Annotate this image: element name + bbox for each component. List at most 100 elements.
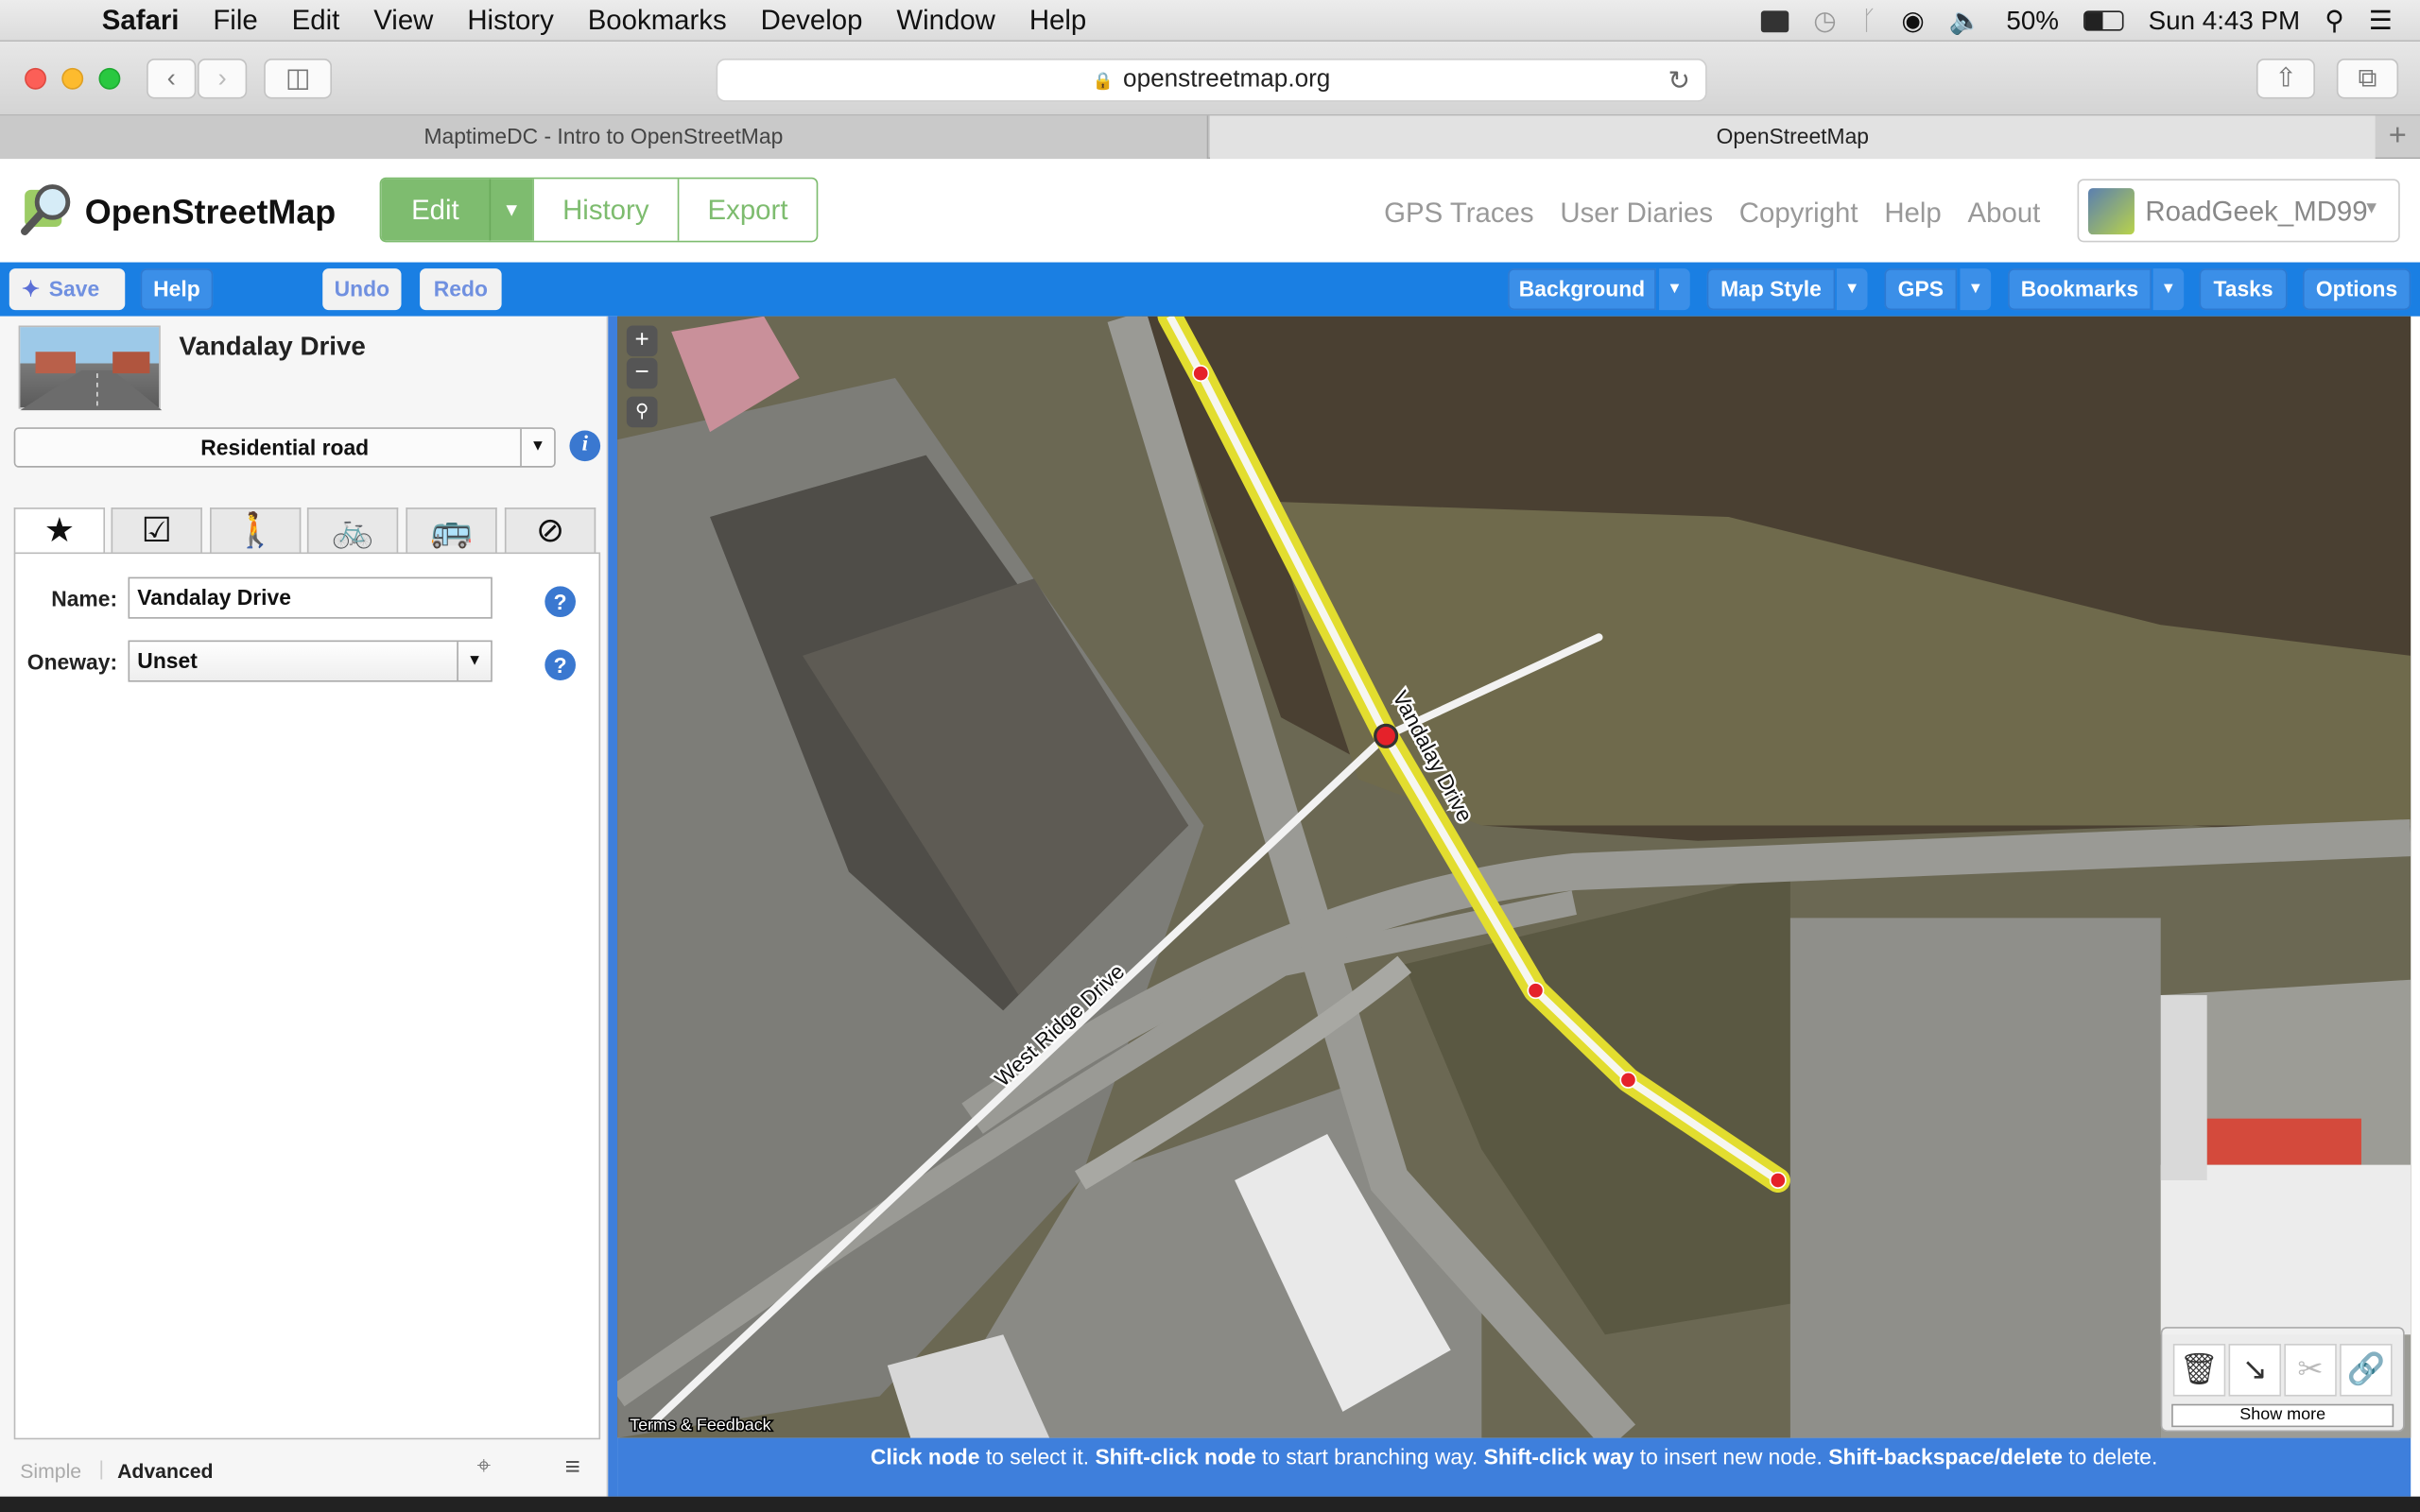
volume-icon[interactable]: 🔈	[1949, 6, 1982, 37]
nav-about[interactable]: About	[1968, 198, 2041, 230]
map-style-button[interactable]: Map Style	[1706, 268, 1836, 311]
tab-overview-icon[interactable]: ⧉	[2336, 59, 2399, 99]
osm-logo-icon[interactable]	[19, 180, 75, 236]
tab-openstreetmap[interactable]: OpenStreetMap	[1209, 115, 2376, 160]
user-menu-button[interactable]: RoadGeek_MD99 ▼	[2077, 179, 2400, 243]
help-button[interactable]: Help	[140, 268, 214, 311]
show-more-button[interactable]: Show more	[2171, 1403, 2394, 1428]
preset-selector[interactable]: Residential road ▼	[13, 427, 556, 468]
map-canvas[interactable]: Vandalay Drive West Ridge Drive Terms & …	[617, 316, 2411, 1438]
map-style-dropdown-icon[interactable]: ▼	[1836, 268, 1868, 311]
measurement-icon[interactable]: ⌖	[476, 1453, 491, 1481]
lock-icon: 🔒	[1092, 72, 1115, 92]
nav-gps-traces[interactable]: GPS Traces	[1384, 198, 1533, 230]
list-icon[interactable]: ≡	[565, 1452, 580, 1483]
save-button[interactable]: ✦ Save	[9, 268, 126, 311]
help-question-icon[interactable]: ?	[544, 586, 576, 618]
gps-button[interactable]: GPS	[1884, 268, 1958, 311]
notification-center-icon[interactable]: ☰	[2369, 6, 2393, 37]
zoom-in-icon[interactable]: +	[626, 325, 658, 357]
split-icon[interactable]: ✂	[2284, 1344, 2337, 1397]
move-icon[interactable]: ↘	[2228, 1344, 2282, 1397]
oneway-label: Oneway:	[26, 649, 118, 675]
menu-develop[interactable]: Develop	[761, 4, 863, 36]
bookmarks-dropdown-icon[interactable]: ▼	[2152, 268, 2185, 311]
menu-window[interactable]: Window	[896, 4, 995, 36]
restriction-icon[interactable]: ⊘	[504, 507, 596, 555]
new-tab-icon[interactable]: +	[2376, 115, 2420, 155]
export-button[interactable]: Export	[677, 179, 817, 241]
history-button[interactable]: History	[532, 179, 677, 241]
background-button[interactable]: Background	[1508, 268, 1656, 311]
osm-nav: GPS Traces User Diaries Copyright Help A…	[1384, 198, 2040, 230]
forward-button[interactable]: ›	[197, 59, 248, 99]
way-vertex[interactable]	[1769, 1171, 1787, 1189]
battery-percent[interactable]: 50%	[2006, 6, 2059, 37]
tab-maptimedc[interactable]: MaptimeDC - Intro to OpenStreetMap	[0, 115, 1209, 160]
edit-dropdown-icon[interactable]: ▼	[489, 179, 533, 241]
address-bar[interactable]: 🔒 openstreetmap.org ↻	[716, 59, 1707, 102]
menu-app[interactable]: Safari	[102, 4, 180, 36]
menu-history[interactable]: History	[467, 4, 553, 36]
tab-bar: MaptimeDC - Intro to OpenStreetMap OpenS…	[0, 115, 2420, 160]
reload-icon[interactable]: ↻	[1668, 61, 1689, 101]
menu-edit[interactable]: Edit	[292, 4, 340, 36]
background-dropdown-icon[interactable]: ▼	[1659, 268, 1690, 311]
bluetooth-icon[interactable]: ᚴ	[1861, 6, 1877, 37]
intersection-vertex[interactable]	[1374, 723, 1399, 748]
spotlight-icon[interactable]: ⚲	[2325, 6, 2343, 37]
sidebar-toggle-icon[interactable]: ◫	[264, 59, 333, 99]
back-button[interactable]: ‹	[147, 59, 197, 99]
nav-user-diaries[interactable]: User Diaries	[1560, 198, 1713, 230]
star-icon[interactable]: ★	[13, 507, 106, 556]
disconnect-icon[interactable]: 🔗	[2340, 1344, 2393, 1397]
way-vertex[interactable]	[1527, 982, 1545, 1000]
sidebar-resizer[interactable]	[608, 316, 618, 1497]
zoom-window-button[interactable]	[98, 67, 121, 90]
terms-feedback-link[interactable]: Terms & Feedback	[628, 1414, 772, 1435]
close-window-button[interactable]	[25, 67, 46, 90]
bus-icon[interactable]: 🚌	[406, 507, 497, 555]
tasks-button[interactable]: Tasks	[2199, 268, 2288, 311]
minimize-window-button[interactable]	[61, 67, 84, 90]
url-text: openstreetmap.org	[1123, 66, 1331, 93]
info-icon[interactable]: i	[569, 430, 601, 462]
menu-bookmarks[interactable]: Bookmarks	[588, 4, 727, 36]
nav-help[interactable]: Help	[1884, 198, 1941, 230]
options-button[interactable]: Options	[2302, 268, 2411, 311]
share-icon[interactable]: ⇧	[2256, 59, 2315, 99]
delete-icon[interactable]: 🗑	[2172, 1344, 2226, 1397]
undo-button[interactable]: Undo	[322, 268, 402, 311]
battery-icon[interactable]	[2083, 10, 2124, 31]
redo-button[interactable]: Redo	[420, 268, 502, 311]
chevron-down-icon: ▼	[520, 428, 554, 467]
menu-view[interactable]: View	[373, 4, 433, 36]
checkbox-icon[interactable]: ☑	[111, 507, 202, 555]
menu-help[interactable]: Help	[1029, 4, 1086, 36]
zoom-out-icon[interactable]: −	[626, 357, 658, 389]
osm-brand[interactable]: OpenStreetMap	[85, 193, 336, 232]
bicycle-icon[interactable]: 🚲	[306, 507, 399, 555]
browser-toolbar: ‹ › ◫ 🔒 openstreetmap.org ↻ ⇧ ⧉	[0, 42, 2420, 116]
zoom-to-selection-icon[interactable]: ⚲	[626, 396, 658, 428]
gps-dropdown-icon[interactable]: ▼	[1960, 268, 1992, 311]
time-machine-icon[interactable]: ◷	[1813, 6, 1836, 37]
name-field[interactable]: Vandalay Drive	[128, 576, 493, 619]
username: RoadGeek_MD99	[2145, 196, 2368, 227]
advanced-mode-link[interactable]: Advanced	[117, 1459, 213, 1482]
bookmarks-button[interactable]: Bookmarks	[2008, 268, 2152, 311]
desktop-strip	[0, 1496, 2420, 1512]
clock[interactable]: Sun 4:43 PM	[2149, 6, 2300, 37]
menu-file[interactable]: File	[213, 4, 257, 36]
simple-mode-link[interactable]: Simple	[20, 1459, 81, 1482]
pedestrian-icon[interactable]: 🚶	[210, 507, 302, 555]
edit-button[interactable]: Edit	[381, 179, 490, 241]
oneway-select[interactable]: Unset ▼	[128, 640, 493, 682]
nav-copyright[interactable]: Copyright	[1739, 198, 1858, 230]
wifi-icon[interactable]: ◉	[1901, 6, 1924, 37]
way-vertex[interactable]	[1192, 365, 1210, 383]
edit-menu: 🗑 ↘ ✂ 🔗 Show more	[2160, 1327, 2405, 1433]
help-question-icon[interactable]: ?	[544, 649, 576, 680]
way-vertex[interactable]	[1619, 1071, 1637, 1089]
gopro-icon[interactable]	[1760, 9, 1789, 32]
